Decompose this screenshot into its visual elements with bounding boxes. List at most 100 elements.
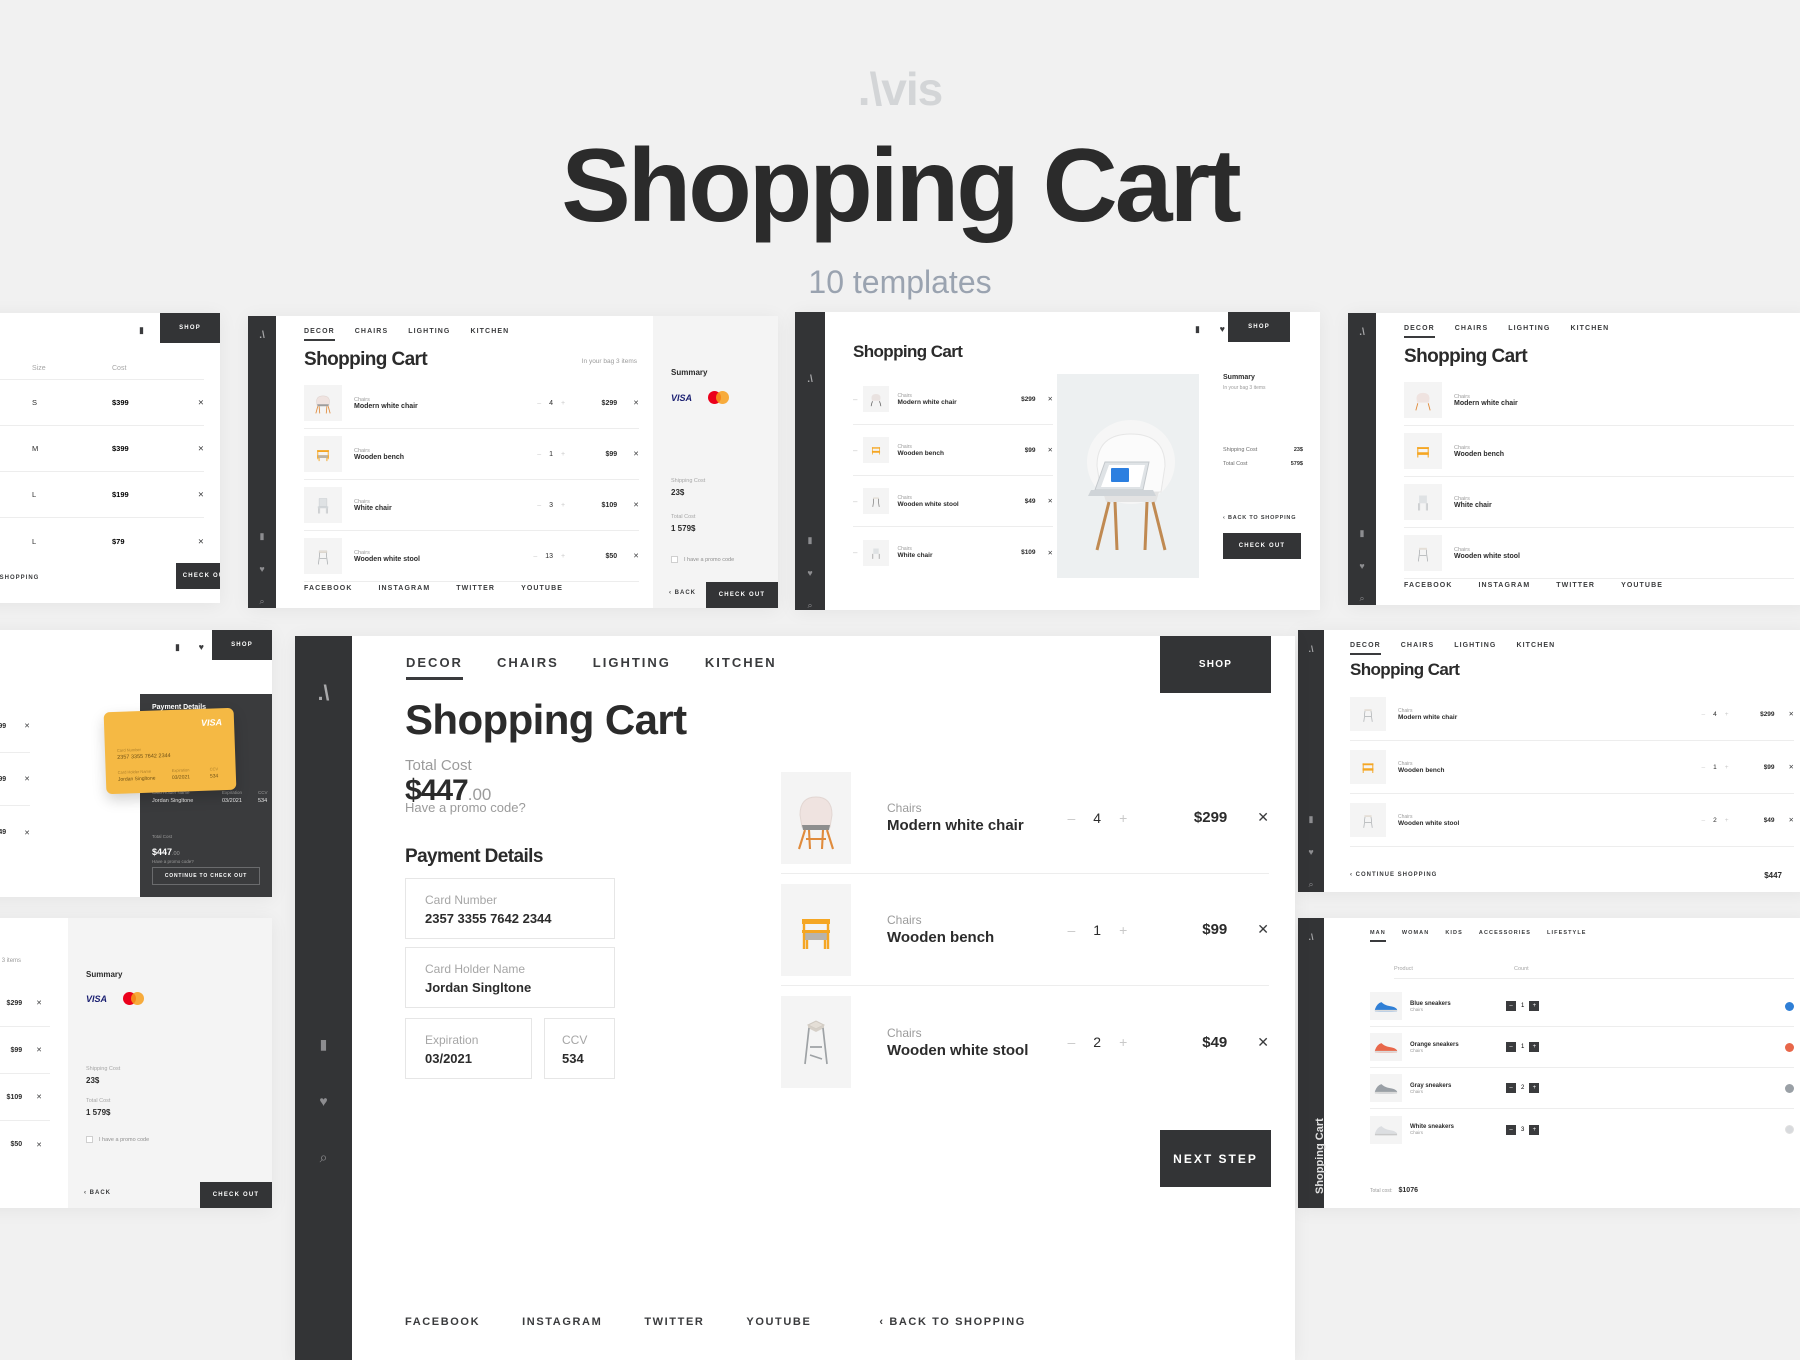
cart-item-row[interactable]: Chairs Modern white chair –4 + $299 ✕: [1350, 688, 1794, 741]
color-swatch[interactable]: [1785, 1001, 1794, 1011]
template-cart-hero-image[interactable]: .\ ▮ ♥ ⌕ ▮ ♥ SHOP Shopping Cart – Chairs…: [795, 312, 1320, 610]
cart-item-row[interactable]: – Chairs White chair $109 ✕: [853, 527, 1053, 578]
footer-link-youtube[interactable]: YOUTUBE: [521, 585, 563, 592]
decrement-button[interactable]: –: [533, 553, 537, 560]
decrement-button[interactable]: –: [1067, 922, 1075, 938]
footer-link-facebook[interactable]: FACEBOOK: [405, 1316, 480, 1328]
checkbox-box[interactable]: [671, 556, 678, 563]
card-number-field[interactable]: Card Number 2357 3355 7642 2344: [405, 878, 615, 939]
color-swatch[interactable]: [1785, 1083, 1794, 1093]
cart-item-row[interactable]: – Chairs Wooden bench $99 ✕: [853, 425, 1053, 476]
back-to-shopping-link[interactable]: ‹ BACK TO SHOPPING: [1223, 515, 1303, 521]
promo-code-checkbox[interactable]: I have a promo code: [671, 556, 734, 563]
decrement-button[interactable]: –: [537, 451, 541, 458]
remove-item-icon[interactable]: ✕: [1257, 1034, 1269, 1051]
ccv-field[interactable]: CCV 534: [544, 1018, 615, 1079]
template-sneakers-cart[interactable]: .\ Shopping Cart MAN WOMAN KIDS ACCESSOR…: [1298, 918, 1800, 1208]
search-icon[interactable]: ⌕: [248, 596, 276, 607]
decrement-button[interactable]: –: [853, 497, 857, 506]
checkbox-box[interactable]: [86, 1136, 93, 1143]
increment-button[interactable]: +: [1119, 1034, 1127, 1050]
nav-item-kitchen[interactable]: KITCHEN: [1516, 642, 1555, 655]
nav-item-lighting[interactable]: LIGHTING: [1454, 642, 1496, 655]
remove-item-icon[interactable]: ✕: [198, 398, 204, 407]
footer-link-youtube[interactable]: YOUTUBE: [1621, 582, 1663, 589]
decrement-button[interactable]: –: [1702, 711, 1706, 718]
checkout-button[interactable]: CHECK OUT: [200, 1182, 272, 1208]
cart-item-row[interactable]: Chairs Wooden white stool – 13 + $50 ✕: [304, 531, 639, 582]
shop-button[interactable]: SHOP: [160, 313, 220, 343]
nav-item-man[interactable]: MAN: [1370, 930, 1386, 942]
template-compact-cart[interactable]: .\ ▮ ♥ ⌕ DECOR CHAIRS LIGHTING KITCHEN S…: [1298, 630, 1800, 892]
back-link[interactable]: ‹ BACK: [669, 590, 696, 596]
cart-item-row[interactable]: $99 ✕: [0, 753, 30, 806]
nav-item-lighting[interactable]: LIGHTING: [408, 328, 450, 341]
remove-item-icon[interactable]: ✕: [633, 501, 639, 509]
increment-button[interactable]: +: [1119, 922, 1127, 938]
table-row[interactable]: Blue sneakers Chairs – 1 +: [1370, 986, 1794, 1027]
remove-item-icon[interactable]: ✕: [198, 490, 204, 499]
cart-item-row[interactable]: Chairs Wooden bench: [1404, 426, 1794, 477]
decrement-button[interactable]: –: [1506, 1083, 1516, 1093]
remove-item-icon[interactable]: ✕: [1048, 549, 1053, 557]
footer-link-instagram[interactable]: INSTAGRAM: [1478, 582, 1530, 589]
back-link[interactable]: ‹ BACK: [84, 1190, 111, 1196]
footer-link-twitter[interactable]: TWITTER: [644, 1316, 704, 1328]
remove-item-icon[interactable]: ✕: [36, 1046, 42, 1054]
cart-item-row[interactable]: Chairs Wooden bench – 1 + $99 ✕: [781, 874, 1269, 986]
bag-icon[interactable]: ▮: [295, 1036, 352, 1053]
checkout-button[interactable]: CHECK OUT: [176, 563, 220, 589]
increment-button[interactable]: +: [1529, 1083, 1540, 1093]
cart-item-row[interactable]: –4+ $299 ✕: [0, 980, 50, 1027]
cart-item-row[interactable]: Chairs Modern white chair – 4 + $299 ✕: [781, 762, 1269, 874]
main-nav[interactable]: DECOR CHAIRS LIGHTING KITCHEN: [304, 328, 509, 341]
remove-item-icon[interactable]: ✕: [1048, 395, 1053, 403]
cart-item-row[interactable]: Chairs Wooden white stool – 2 + $49 ✕: [781, 986, 1269, 1098]
nav-item-accessories[interactable]: ACCESSORIES: [1479, 930, 1531, 942]
decrement-button[interactable]: –: [853, 446, 857, 455]
template-sizes-cart[interactable]: ▮ ♥ ⌕ ▮ ♥ SHOP Size Cost Blue S $399 ✕: [0, 313, 220, 603]
table-row[interactable]: Blue S $399 ✕: [0, 380, 204, 426]
main-nav[interactable]: DECOR CHAIRS LIGHTING KITCHEN: [1350, 642, 1555, 655]
heart-icon[interactable]: ♥: [295, 1093, 352, 1109]
cart-item-row[interactable]: $49 ✕: [0, 806, 30, 859]
heart-icon[interactable]: ♥: [1220, 324, 1225, 334]
shop-button[interactable]: SHOP: [1228, 312, 1290, 342]
promo-link[interactable]: Have a promo code?: [152, 859, 194, 864]
nav-item-kitchen[interactable]: KITCHEN: [470, 328, 509, 341]
table-row[interactable]: Orange M $399 ✕: [0, 426, 204, 472]
cart-item-row[interactable]: Chairs Wooden white stool –2 + $49 ✕: [1350, 794, 1794, 847]
decrement-button[interactable]: –: [1702, 817, 1706, 824]
cart-item-row[interactable]: Chairs White chair: [1404, 477, 1794, 528]
nav-item-lighting[interactable]: LIGHTING: [593, 655, 671, 680]
decrement-button[interactable]: –: [853, 395, 857, 404]
footer-link-twitter[interactable]: TWITTER: [456, 585, 495, 592]
next-step-button[interactable]: NEXT STEP: [1160, 1130, 1271, 1187]
checkout-button[interactable]: CHECK OUT: [1223, 533, 1301, 559]
remove-item-icon[interactable]: ✕: [36, 1093, 42, 1101]
nav-item-chairs[interactable]: CHAIRS: [1401, 642, 1434, 655]
color-swatch[interactable]: [1785, 1042, 1794, 1052]
template-cart-summary[interactable]: ▮ ♥ SHOP In your bag 3 items –4+ $299 ✕ …: [0, 918, 272, 1208]
cart-item-row[interactable]: Chairs Modern white chair – 4 + $299 ✕: [304, 378, 639, 429]
remove-item-icon[interactable]: ✕: [1789, 763, 1794, 771]
search-icon[interactable]: ⌕: [295, 1149, 352, 1166]
nav-item-decor[interactable]: DECOR: [406, 655, 463, 680]
remove-item-icon[interactable]: ✕: [24, 775, 30, 783]
main-nav[interactable]: MAN WOMAN KIDS ACCESSORIES LIFESTYLE: [1370, 930, 1587, 942]
promo-code-checkbox[interactable]: I have a promo code: [86, 1136, 149, 1143]
decrement-button[interactable]: –: [1506, 1042, 1516, 1052]
template-checkout-main[interactable]: .\ ▮ ♥ ⌕ DECOR CHAIRS LIGHTING KITCHEN S…: [295, 636, 1295, 1360]
increment-button[interactable]: +: [1529, 1124, 1540, 1135]
main-nav[interactable]: DECOR CHAIRS LIGHTING KITCHEN: [1404, 325, 1609, 338]
search-icon[interactable]: ⌕: [1348, 593, 1376, 604]
nav-item-chairs[interactable]: CHAIRS: [1455, 325, 1488, 338]
nav-item-kitchen[interactable]: KITCHEN: [1570, 325, 1609, 338]
decrement-button[interactable]: –: [537, 502, 541, 509]
heart-icon[interactable]: ♥: [1348, 561, 1376, 571]
bag-icon[interactable]: ▮: [795, 535, 825, 546]
card-holder-field[interactable]: Card Holder Name Jordan Singltone: [405, 947, 615, 1008]
cart-item-row[interactable]: –13+ $50 ✕: [0, 1121, 50, 1168]
search-icon[interactable]: ⌕: [795, 600, 825, 610]
heart-icon[interactable]: ♥: [248, 564, 276, 574]
